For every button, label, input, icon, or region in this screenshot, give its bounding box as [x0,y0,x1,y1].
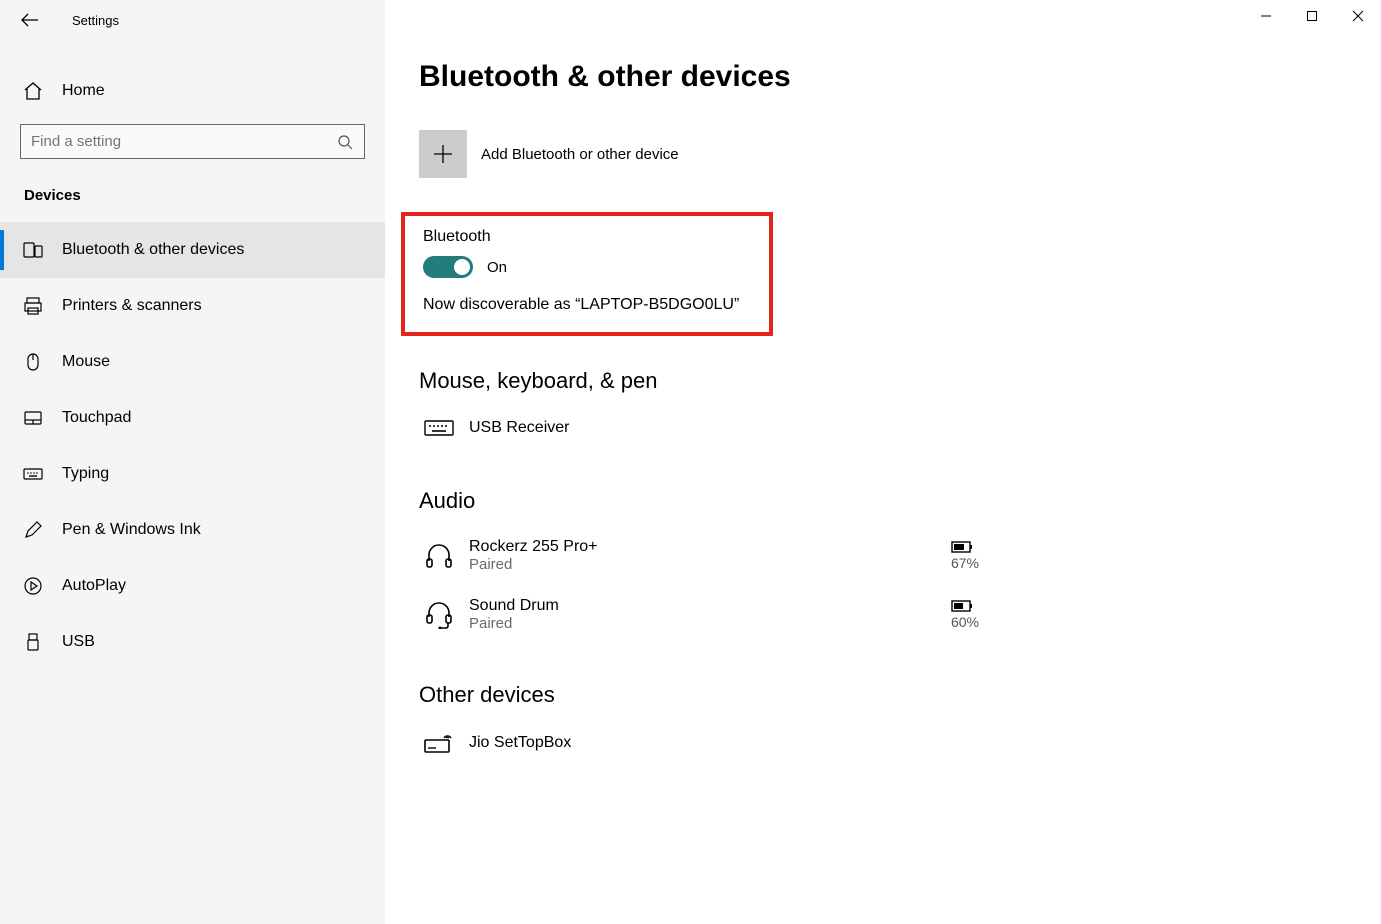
back-button[interactable] [20,10,40,30]
battery-icon [951,541,973,553]
sidebar-item-label: USB [62,633,95,651]
headphones-icon [419,543,459,569]
bluetooth-label: Bluetooth [423,228,759,246]
close-button[interactable] [1335,0,1381,32]
sidebar-item-label: Bluetooth & other devices [62,241,244,259]
sidebar-item-printers[interactable]: Printers & scanners [0,278,385,334]
sidebar-item-autoplay[interactable]: AutoPlay [0,558,385,614]
autoplay-icon [22,576,44,596]
pen-icon [22,520,44,540]
minimize-button[interactable] [1243,0,1289,32]
sidebar-item-label: AutoPlay [62,577,126,595]
device-row[interactable]: Jio SetTopBox [419,726,979,772]
device-name: Jio SetTopBox [469,734,979,752]
device-status: Paired [469,615,951,632]
sidebar-item-label: Printers & scanners [62,297,202,315]
sidebar-item-mouse[interactable]: Mouse [0,334,385,390]
device-row[interactable]: Sound Drum Paired 60% [419,591,979,650]
add-device-label: Add Bluetooth or other device [481,146,679,163]
sidebar: Settings Home Devices Bluetooth & other … [0,0,385,924]
printer-icon [22,296,44,316]
device-name: Sound Drum [469,597,951,615]
search-input[interactable] [31,133,336,150]
usb-icon [22,632,44,652]
mouse-keyboard-heading: Mouse, keyboard, & pen [419,368,1381,394]
sidebar-item-typing[interactable]: Typing [0,446,385,502]
battery-percent: 67% [951,555,979,571]
other-devices-heading: Other devices [419,682,1381,708]
device-row[interactable]: USB Receiver [419,412,979,456]
sidebar-item-label: Mouse [62,353,110,371]
search-icon [336,134,354,150]
sidebar-item-label: Pen & Windows Ink [62,521,201,539]
battery-percent: 60% [951,614,979,630]
keyboard-icon [22,464,44,484]
headset-icon [419,601,459,629]
home-label: Home [62,82,105,100]
device-name: Rockerz 255 Pro+ [469,538,951,556]
home-icon [22,82,44,100]
main-content: Bluetooth & other devices Add Bluetooth … [385,0,1381,924]
bluetooth-toggle[interactable] [423,256,473,278]
page-title: Bluetooth & other devices [419,60,1381,94]
settop-icon [419,732,459,754]
home-nav[interactable]: Home [0,68,385,114]
mouse-icon [22,352,44,372]
sidebar-item-pen[interactable]: Pen & Windows Ink [0,502,385,558]
device-status: Paired [469,556,951,573]
device-row[interactable]: Rockerz 255 Pro+ Paired 67% [419,532,979,591]
sidebar-item-bluetooth[interactable]: Bluetooth & other devices [0,222,385,278]
app-title: Settings [72,13,119,28]
maximize-icon [1306,10,1318,22]
device-name: USB Receiver [469,419,979,437]
search-box[interactable] [20,124,365,159]
battery-icon [951,600,973,612]
sidebar-item-usb[interactable]: USB [0,614,385,670]
maximize-button[interactable] [1289,0,1335,32]
sidebar-item-label: Typing [62,465,109,483]
bluetooth-toggle-row: On [423,256,759,278]
bluetooth-devices-icon [22,240,44,260]
bluetooth-status: On [487,259,507,276]
minimize-icon [1260,10,1272,22]
titlebar: Settings [0,0,385,40]
bluetooth-discoverable-text: Now discoverable as “LAPTOP-B5DGO0LU” [423,296,759,314]
category-header: Devices [0,177,385,222]
touchpad-icon [22,408,44,428]
window-controls [1243,0,1381,32]
sidebar-item-touchpad[interactable]: Touchpad [0,390,385,446]
sidebar-item-label: Touchpad [62,409,131,427]
arrow-left-icon [21,13,39,27]
plus-icon [419,130,467,178]
add-device-button[interactable]: Add Bluetooth or other device [419,130,1381,178]
close-icon [1352,10,1364,22]
bluetooth-highlight: Bluetooth On Now discoverable as “LAPTOP… [401,212,773,336]
keyboard-icon [419,418,459,438]
audio-heading: Audio [419,488,1381,514]
